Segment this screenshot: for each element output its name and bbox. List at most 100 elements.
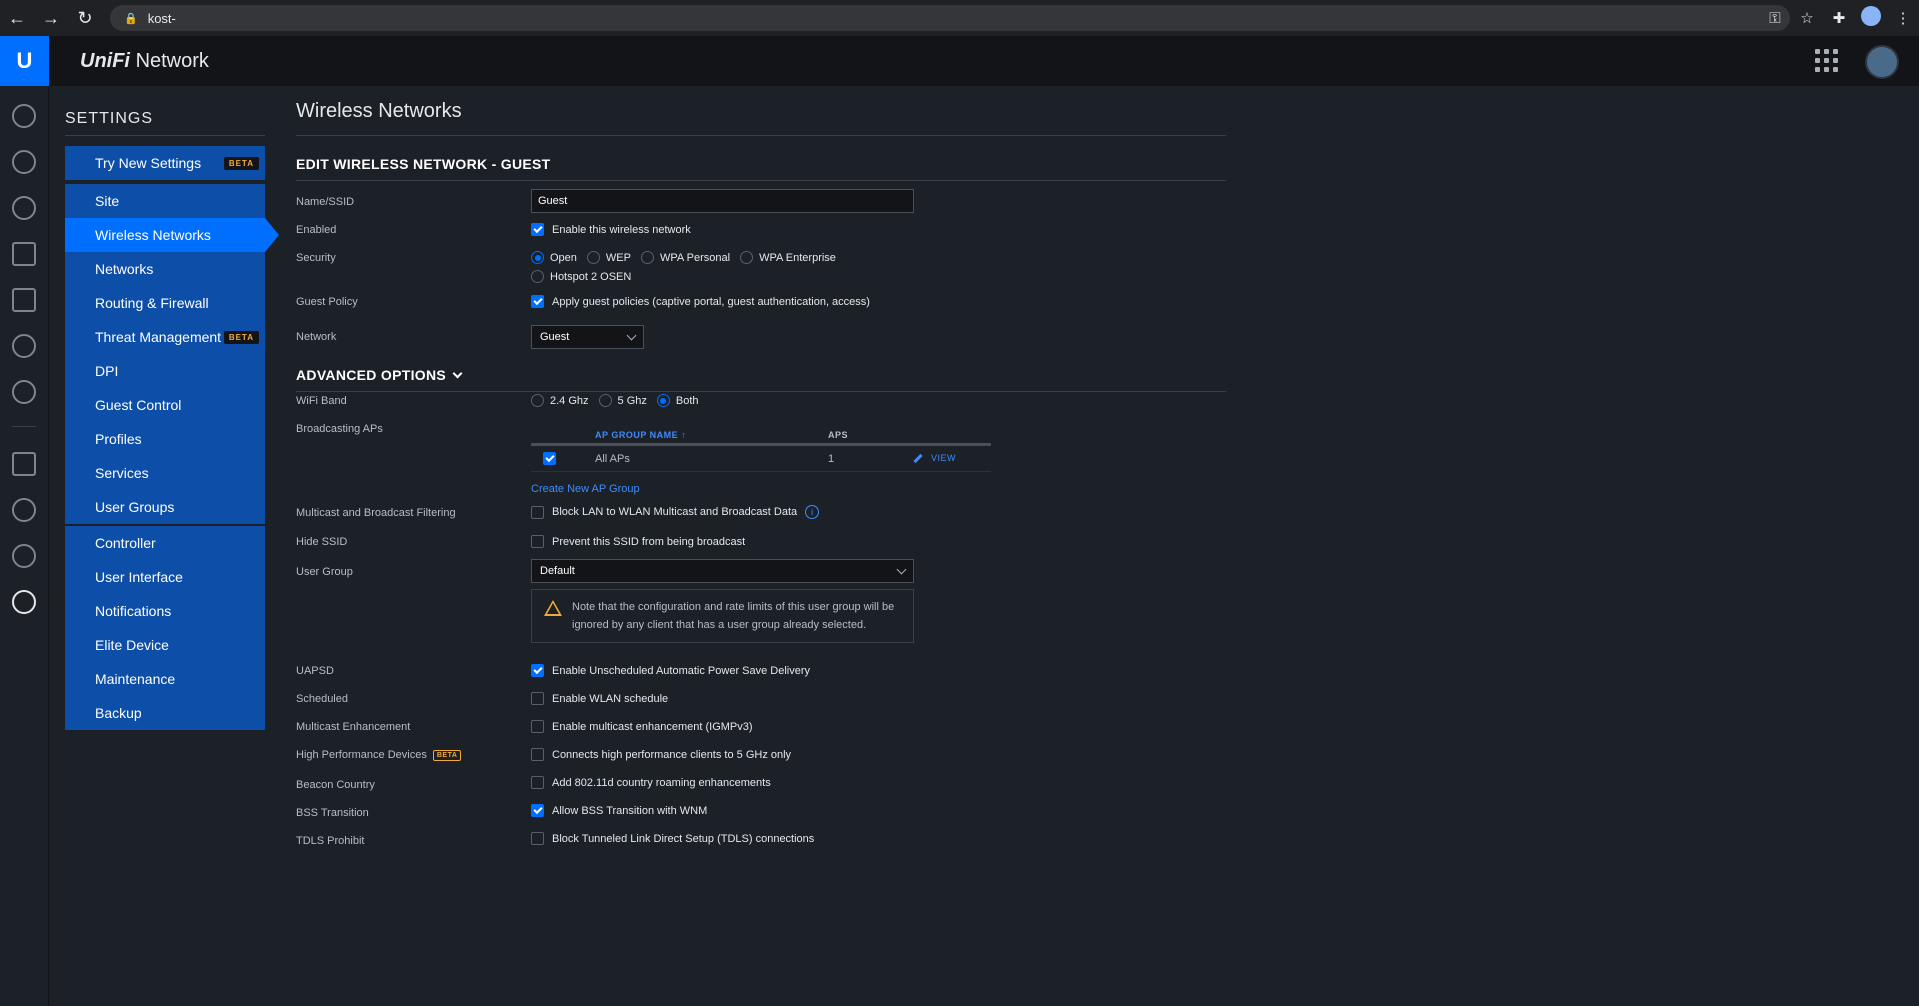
radio-button[interactable]: [640, 251, 654, 264]
ubiquiti-logo[interactable]: U: [0, 36, 49, 86]
sidebar-item-services[interactable]: Services: [65, 456, 265, 490]
extensions-icon[interactable]: ✚: [1823, 9, 1855, 27]
advanced-options-toggle[interactable]: ADVANCED OPTIONS: [296, 367, 1226, 383]
apps-grid-icon[interactable]: [1815, 49, 1839, 73]
topology-icon[interactable]: [12, 150, 36, 174]
devices-icon[interactable]: [12, 196, 36, 220]
tdls-label: TDLS Prohibit: [296, 835, 365, 847]
sidebar-item-profiles[interactable]: Profiles: [65, 422, 265, 456]
back-button[interactable]: ←: [0, 0, 34, 36]
info-icon[interactable]: i: [805, 505, 820, 519]
sidebar-item-controller[interactable]: Controller: [65, 526, 265, 560]
radio-button[interactable]: [656, 394, 670, 407]
wifi-band-option-2-4-ghz[interactable]: 2.4 Ghz: [531, 394, 589, 407]
hpd-label-wrap: High Performance Devices BETA: [296, 749, 462, 761]
tdls-checkbox[interactable]: [531, 832, 544, 845]
help-icon[interactable]: [12, 544, 36, 568]
radio-button[interactable]: [531, 251, 544, 264]
bss-text: Allow BSS Transition with WNM: [552, 804, 708, 817]
sidebar-item-label: Profiles: [95, 431, 142, 447]
enabled-text: Enable this wireless network: [552, 223, 691, 236]
sidebar-item-maintenance[interactable]: Maintenance: [65, 662, 265, 696]
address-bar[interactable]: 🔒 kost-: [110, 5, 1790, 31]
user-group-select[interactable]: Default: [531, 559, 914, 583]
sidebar-item-label: User Interface: [95, 569, 183, 585]
sidebar-item-routing-firewall[interactable]: Routing & Firewall: [65, 286, 265, 320]
mc-enh-checkbox[interactable]: [531, 720, 544, 733]
table-row: All APs 1 VIEW: [531, 446, 991, 472]
col-aps[interactable]: APS: [828, 430, 848, 440]
sidebar-item-user-interface[interactable]: User Interface: [65, 560, 265, 594]
shield-icon[interactable]: [12, 380, 36, 404]
sidebar-item-elite-device[interactable]: Elite Device: [65, 628, 265, 662]
hpd-beta-badge: BETA: [432, 749, 462, 761]
page-scrollbar[interactable]: [1905, 86, 1919, 1006]
security-option-wep[interactable]: WEP: [586, 251, 631, 264]
sidebar-item-backup[interactable]: Backup: [65, 696, 265, 730]
security-option-hotspot-2-osen[interactable]: Hotspot 2 OSEN: [531, 270, 631, 283]
bss-checkbox[interactable]: [531, 804, 544, 817]
sidebar-item-user-groups[interactable]: User Groups: [65, 490, 265, 524]
sidebar-item-dpi[interactable]: DPI: [65, 354, 265, 388]
arrow-left-icon: ←: [8, 7, 26, 28]
star-icon[interactable]: ☆: [1791, 9, 1823, 27]
sidebar-item-site[interactable]: Site: [65, 184, 265, 218]
reload-icon: ↻: [77, 7, 93, 28]
settings-sidebar: Try New Settings BETA Site Wireless Network…: [65, 146, 279, 732]
security-option-open[interactable]: Open: [531, 251, 577, 264]
scheduled-checkbox[interactable]: [531, 692, 544, 705]
radio-button[interactable]: [531, 394, 544, 407]
security-option-wpa-enterprise[interactable]: WPA Enterprise: [740, 251, 836, 264]
radio-button[interactable]: [586, 251, 600, 264]
create-ap-group-link[interactable]: Create New AP Group: [531, 483, 640, 495]
radio-button[interactable]: [598, 394, 612, 407]
wifi-band-option-both[interactable]: Both: [656, 394, 699, 407]
security-option-wpa-personal[interactable]: WPA Personal: [640, 251, 730, 264]
sidebar-item-try-new-settings[interactable]: Try New Settings BETA: [65, 146, 265, 180]
clients-icon[interactable]: [12, 242, 36, 266]
sidebar-group: Site Wireless Networks Networks Routing & F…: [65, 184, 279, 524]
radio-button[interactable]: [531, 270, 544, 283]
advanced-heading: ADVANCED OPTIONS: [296, 367, 446, 383]
uapsd-text: Enable Unscheduled Automatic Power Save …: [552, 664, 811, 677]
reload-button[interactable]: ↻: [68, 0, 102, 36]
sidebar-item-notifications[interactable]: Notifications: [65, 594, 265, 628]
beacon-text: Add 802.11d country roaming enhancements: [552, 776, 771, 789]
sidebar-item-threat-management[interactable]: Threat Management BETA: [65, 320, 265, 354]
multicast-checkbox[interactable]: [531, 505, 544, 519]
guest-policy-checkbox[interactable]: [531, 295, 544, 308]
sidebar-item-networks[interactable]: Networks: [65, 252, 265, 286]
beacon-checkbox[interactable]: [531, 776, 544, 789]
radio-button[interactable]: [740, 251, 754, 264]
chevron-down-icon: [896, 564, 907, 574]
events-icon[interactable]: [12, 452, 36, 476]
insights-icon[interactable]: [12, 334, 36, 358]
view-button[interactable]: VIEW: [913, 453, 956, 463]
sidebar-item-label: Guest Control: [95, 397, 182, 413]
key-icon[interactable]: ⚿: [1759, 10, 1791, 27]
statistics-icon[interactable]: [12, 288, 36, 312]
alerts-icon[interactable]: [12, 498, 36, 522]
uapsd-checkbox[interactable]: [531, 664, 544, 677]
user-avatar[interactable]: [1865, 45, 1899, 79]
mc-enh-label: Multicast Enhancement: [296, 721, 411, 733]
gear-icon[interactable]: [12, 590, 36, 614]
dashboard-icon[interactable]: [12, 104, 36, 128]
hide-ssid-checkbox[interactable]: [531, 535, 544, 548]
sidebar-item-wireless-networks[interactable]: Wireless Networks: [65, 218, 279, 252]
sidebar-item-label: Networks: [95, 261, 154, 277]
sidebar-item-guest-control[interactable]: Guest Control: [65, 388, 265, 422]
hpd-checkbox[interactable]: [531, 748, 544, 761]
forward-button[interactable]: →: [34, 0, 68, 36]
name-label: Name/SSID: [296, 196, 355, 208]
ssid-input[interactable]: Guest: [531, 189, 914, 213]
menu-icon[interactable]: ⋮: [1887, 9, 1919, 27]
ap-row-checkbox[interactable]: [543, 452, 556, 465]
col-ap-group-name[interactable]: AP GROUP NAME ↑: [595, 430, 686, 440]
wifi-band-option-5-ghz[interactable]: 5 Ghz: [598, 394, 647, 407]
profile-button[interactable]: [1855, 6, 1887, 30]
enabled-checkbox[interactable]: [531, 223, 544, 236]
view-label: VIEW: [931, 453, 957, 463]
network-value: Guest: [540, 331, 570, 343]
network-select[interactable]: Guest: [531, 325, 644, 349]
